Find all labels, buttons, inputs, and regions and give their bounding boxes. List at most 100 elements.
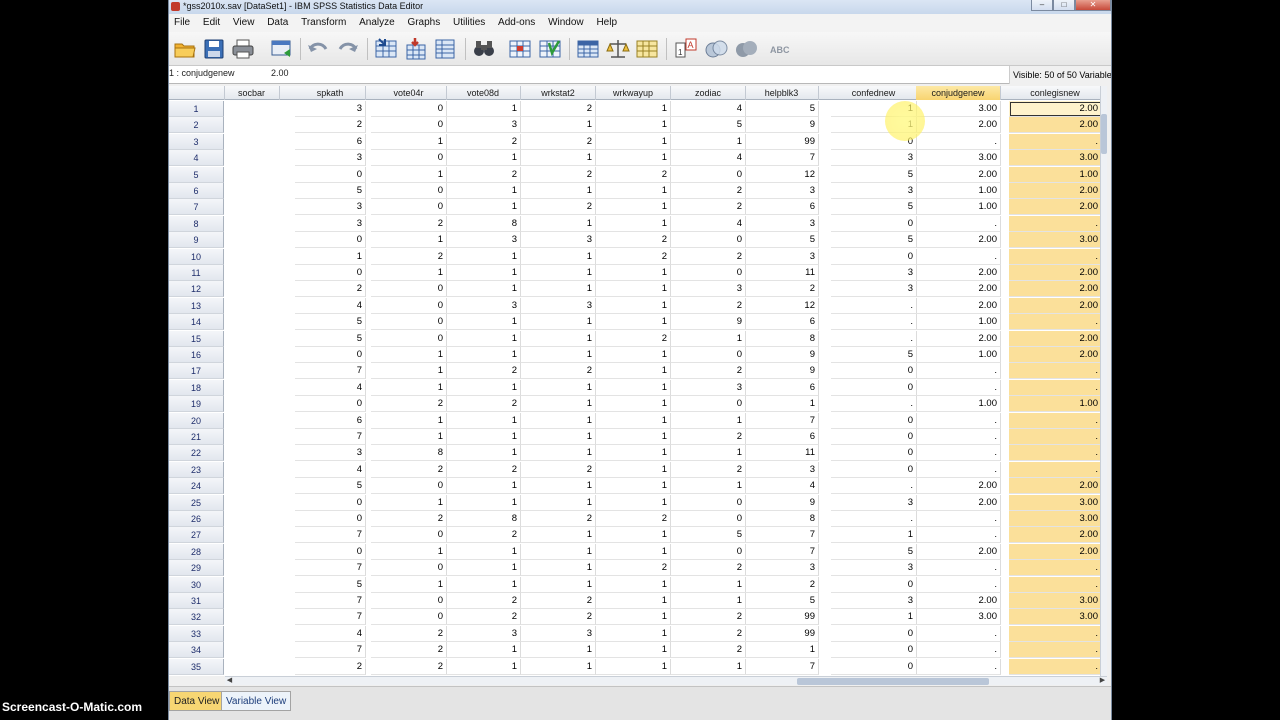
cell-socbar[interactable]: 7 [295, 429, 366, 445]
cell-vote04r[interactable]: 1 [446, 658, 521, 675]
cell-socbar[interactable]: 5 [295, 183, 366, 199]
cell-confednew[interactable]: . [916, 215, 1001, 232]
scroll-left-icon[interactable]: ◀ [225, 677, 234, 685]
cell-spkath[interactable]: 1 [371, 429, 447, 445]
row-number[interactable]: 34 [169, 642, 224, 659]
cell-helpblk3[interactable]: 5 [831, 232, 917, 249]
use-variable-sets-icon[interactable] [704, 37, 728, 61]
cell-confednew[interactable]: 1.00 [916, 199, 1001, 216]
cell-zodiac[interactable]: 11 [745, 445, 819, 462]
cell-wrkwayup[interactable]: 0 [671, 494, 746, 511]
cell-socbar[interactable]: 7 [295, 642, 366, 659]
row-number[interactable]: 18 [169, 379, 224, 396]
cell-vote04r[interactable]: 3 [446, 297, 521, 314]
cell-vote04r[interactable]: 2 [446, 609, 521, 626]
row-number[interactable]: 28 [169, 543, 224, 560]
scroll-right-icon[interactable]: ▶ [1098, 677, 1107, 685]
menu-edit[interactable]: Edit [198, 14, 225, 32]
cell-wrkwayup[interactable]: 0 [671, 511, 746, 527]
cell-vote04r[interactable]: 2 [446, 396, 521, 413]
cell-helpblk3[interactable]: 0 [831, 215, 917, 232]
cell-wrkstat2[interactable]: 2 [596, 166, 671, 183]
cell-zodiac[interactable]: 3 [745, 183, 819, 199]
cell-socbar[interactable]: 6 [295, 412, 366, 429]
cell-wrkstat2[interactable]: 2 [596, 330, 671, 347]
row-number[interactable]: 6 [169, 183, 224, 199]
row-number[interactable]: 27 [169, 527, 224, 544]
menu-graphs[interactable]: Graphs [402, 14, 445, 32]
cell-helpblk3[interactable]: 3 [831, 150, 917, 167]
cell-confednew[interactable]: . [916, 625, 1001, 642]
cell-helpblk3[interactable]: 3 [831, 183, 917, 199]
cell-zodiac[interactable]: 12 [745, 297, 819, 314]
cell-confednew[interactable]: 1.00 [916, 347, 1001, 363]
menu-file[interactable]: File [169, 14, 195, 32]
cell-socbar[interactable]: 0 [295, 265, 366, 281]
cell-confednew[interactable]: 2.00 [916, 543, 1001, 560]
cell-wrkwayup[interactable]: 1 [671, 330, 746, 347]
cell-wrkwayup[interactable]: 2 [671, 248, 746, 265]
cell-wrkstat2[interactable]: 1 [596, 609, 671, 626]
cell-confednew[interactable]: . [916, 445, 1001, 462]
cell-vote04r[interactable]: 2 [446, 363, 521, 380]
cell-spkath[interactable]: 1 [371, 232, 447, 249]
column-header-vote08d[interactable]: vote08d [446, 86, 521, 100]
cell-confednew[interactable]: 2.00 [916, 265, 1001, 281]
go-to-variable-icon[interactable] [403, 37, 427, 61]
cell-socbar[interactable]: 6 [295, 133, 366, 150]
cell-confednew[interactable]: . [916, 576, 1001, 593]
dialog-recall-icon[interactable] [270, 37, 294, 61]
cell-helpblk3[interactable]: 3 [831, 265, 917, 281]
cell-wrkstat2[interactable]: 1 [596, 429, 671, 445]
weight-cases-icon[interactable] [606, 37, 630, 61]
cell-wrkstat2[interactable]: 1 [596, 215, 671, 232]
cell-wrkstat2[interactable]: 1 [596, 527, 671, 544]
cell-vote04r[interactable]: 3 [446, 232, 521, 249]
cell-socbar[interactable]: 2 [295, 281, 366, 298]
row-number[interactable]: 9 [169, 232, 224, 249]
cell-vote08d[interactable]: 2 [521, 609, 596, 626]
cell-socbar[interactable]: 0 [295, 543, 366, 560]
cell-vote08d[interactable]: 1 [521, 117, 596, 134]
cell-spkath[interactable]: 0 [371, 478, 447, 495]
cell-vote04r[interactable]: 1 [446, 412, 521, 429]
split-file-icon[interactable] [576, 37, 600, 61]
cell-zodiac[interactable]: 1 [745, 642, 819, 659]
cell-helpblk3[interactable]: 0 [831, 461, 917, 478]
cell-confednew[interactable]: 2.00 [916, 117, 1001, 134]
column-header-wrkwayup[interactable]: wrkwayup [596, 86, 671, 100]
row-number[interactable]: 17 [169, 363, 224, 380]
cell-spkath[interactable]: 1 [371, 363, 447, 380]
cell-confednew[interactable]: 3.00 [916, 101, 1001, 117]
cell-socbar[interactable]: 0 [295, 166, 366, 183]
cell-helpblk3[interactable]: 0 [831, 429, 917, 445]
cell-vote04r[interactable]: 1 [446, 265, 521, 281]
cell-spkath[interactable]: 1 [371, 265, 447, 281]
cell-vote08d[interactable]: 2 [521, 199, 596, 216]
cell-vote04r[interactable]: 1 [446, 101, 521, 117]
cell-vote08d[interactable]: 2 [521, 593, 596, 609]
cell-socbar[interactable]: 5 [295, 314, 366, 331]
cell-zodiac[interactable]: 4 [745, 478, 819, 495]
cell-zodiac[interactable]: 6 [745, 379, 819, 396]
cell-socbar[interactable]: 3 [295, 101, 366, 117]
cell-wrkstat2[interactable]: 1 [596, 117, 671, 134]
menu-analyze[interactable]: Analyze [354, 14, 400, 32]
cell-socbar[interactable]: 3 [295, 445, 366, 462]
save-icon[interactable] [202, 37, 226, 61]
menu-window[interactable]: Window [543, 14, 589, 32]
cell-wrkwayup[interactable]: 4 [671, 150, 746, 167]
cell-vote08d[interactable]: 1 [521, 248, 596, 265]
print-icon[interactable] [231, 37, 255, 61]
cell-spkath[interactable]: 1 [371, 576, 447, 593]
cell-spkath[interactable]: 1 [371, 379, 447, 396]
insert-cases-icon[interactable] [508, 37, 532, 61]
row-number[interactable]: 7 [169, 199, 224, 216]
cell-vote08d[interactable]: 1 [521, 445, 596, 462]
close-icon[interactable]: ✕ [1075, 0, 1111, 11]
cell-socbar[interactable]: 2 [295, 117, 366, 134]
cell-wrkwayup[interactable]: 2 [671, 363, 746, 380]
row-number[interactable]: 20 [169, 412, 224, 429]
cell-spkath[interactable]: 0 [371, 314, 447, 331]
cell-socbar[interactable]: 1 [295, 248, 366, 265]
